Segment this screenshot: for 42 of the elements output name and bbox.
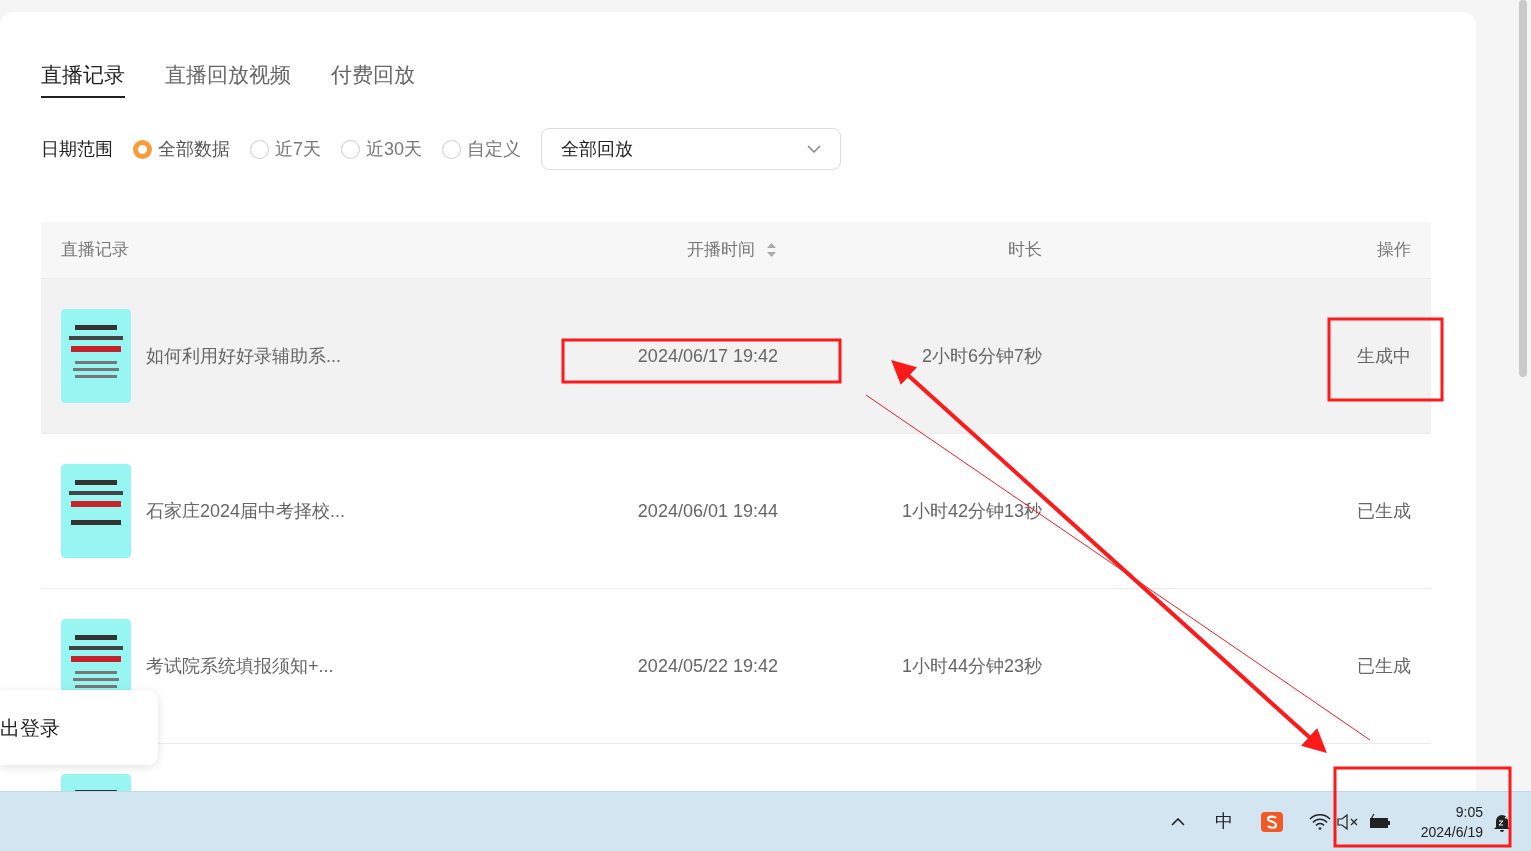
radio-option[interactable]: 全部数据 (133, 135, 230, 163)
speaker-muted-icon[interactable] (1336, 813, 1359, 830)
dropdown[interactable]: 全部回放 (541, 128, 842, 170)
clock-date[interactable]: 2024/6/19 (1420, 821, 1483, 842)
record-title: 考试院系统填报须知+... (146, 654, 334, 678)
radio-option[interactable]: 自定义 (442, 135, 522, 163)
tab[interactable]: 直播回放视频 (165, 54, 291, 98)
table-row[interactable]: 如何利用好好录辅助系... 2024/06/17 19:42 2小时6分钟7秒 生成中 (41, 278, 1431, 433)
radio-option[interactable]: 近7天 (250, 135, 321, 163)
column-header-cell[interactable]: 开播时间 (561, 237, 798, 263)
scrollbar-thumb[interactable] (1519, 0, 1527, 377)
record-title: 石家庄2024届中考择校... (146, 499, 346, 523)
radio-button[interactable] (442, 139, 462, 159)
radio-button[interactable] (133, 139, 152, 159)
clock-time[interactable]: 9:05 (1455, 801, 1483, 822)
status-text[interactable]: 已生成 (1357, 652, 1411, 680)
column-header-cell-text: 操作 (1376, 239, 1412, 262)
radio-option[interactable]: 近30天 (341, 135, 423, 163)
radio-button[interactable] (341, 139, 360, 159)
table-cell-text: 1小时44分钟23秒 (901, 654, 1042, 678)
notification-bell-icon[interactable] (1493, 811, 1511, 832)
tab[interactable]: 直播记录 (41, 54, 125, 98)
table-cell-text: 2024/05/22 19:42 (637, 654, 778, 678)
input-method-icon[interactable] (1260, 811, 1283, 832)
filter-label: 日期范围 (41, 137, 113, 161)
chevron-up-icon[interactable] (1170, 817, 1185, 826)
radio-button[interactable] (250, 139, 269, 159)
sort-icon[interactable] (767, 243, 776, 257)
input-language-indicator[interactable]: 中 (1214, 808, 1233, 835)
status-text[interactable]: 已生成 (1357, 497, 1411, 525)
tab[interactable]: 付费回放 (331, 54, 415, 98)
status-text[interactable]: 生成中 (1357, 342, 1411, 370)
column-header-cell-text: 时长 (1007, 239, 1043, 262)
record-title: 如何利用好好录辅助系... (146, 344, 341, 368)
chevron-down-icon (807, 145, 822, 153)
table-cell-text: 2小时6分钟7秒 (921, 344, 1042, 368)
wifi-icon[interactable] (1308, 813, 1331, 830)
column-header-cell-text: 直播记录 (60, 239, 130, 262)
table-cell-text: 2024/06/01 19:44 (637, 499, 778, 523)
battery-charging-icon[interactable] (1368, 813, 1391, 830)
table-cell-text: 2024/06/17 19:42 (637, 344, 778, 368)
logout-menu-item[interactable]: 出登录 (0, 690, 158, 765)
